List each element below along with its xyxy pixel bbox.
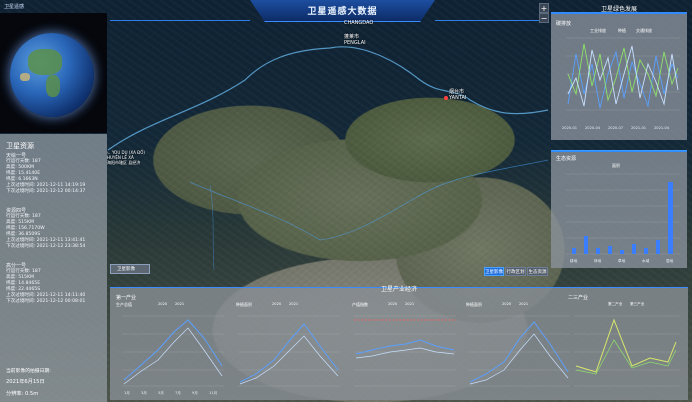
zoom-in-button[interactable]: + [539, 3, 549, 13]
mini-chart-sub: 种植面积 [466, 302, 482, 307]
mini-line-chart-3 [354, 315, 456, 387]
satellite-line: 下次过境时间: 2021-12-12 23:38:54 [6, 244, 86, 249]
mini-legend: 2021 [519, 302, 529, 306]
axis-tick: 11月 [209, 391, 218, 395]
map-label-yantai-en: YANTAI [449, 95, 467, 101]
series-line [123, 319, 223, 381]
axis-tick: 耕地 [570, 259, 578, 263]
map-label-changdao: CHANGDAO [344, 20, 374, 26]
mini-chart-sub: 产值指数 [352, 302, 368, 307]
axis-tick: 5月 [158, 391, 164, 395]
axis-tick: 1月 [124, 391, 130, 395]
imagery-resolution: 分辨率: 0.5m [6, 391, 39, 397]
axis-tick: 湿地 [666, 259, 674, 263]
axis-tick: 9月 [192, 391, 198, 395]
imagery-date-label: 当前影像的拍摄日期: [6, 369, 51, 374]
bar [668, 182, 673, 254]
globe-icon[interactable] [10, 33, 94, 117]
mini-legend: 2021 [405, 302, 415, 306]
bar [620, 250, 624, 254]
axis-tick: 7月 [175, 391, 181, 395]
right-top-title: 卫星绿色发展 [600, 6, 637, 13]
axis-tick: 2021-01 [631, 126, 647, 130]
mini-legend: 第二产业 [608, 302, 623, 306]
carbon-subtitle: 碳排放 [556, 21, 572, 27]
panel-glow [551, 150, 687, 151]
series-line [469, 333, 569, 385]
banner-line-left [110, 20, 250, 21]
series-line [123, 327, 223, 385]
series-traffic-line [567, 45, 679, 107]
axis-tick: 3月 [141, 391, 147, 395]
mini-legend: 2020 [158, 302, 168, 306]
left-panel-title: 卫星资源 [6, 142, 34, 150]
top-left-link[interactable]: 卫星遥感 [4, 3, 24, 10]
axis-tick: 林地 [594, 259, 602, 263]
mini-line-chart-5 [574, 315, 680, 387]
mini-legend: 2021 [175, 302, 185, 306]
zoom-out-button[interactable]: − [539, 13, 549, 23]
mini-legend: 2020 [388, 302, 398, 306]
satellite-line: 下次过境时间: 2021-12-12 00:08:01 [6, 299, 86, 304]
globe-panel[interactable] [0, 13, 107, 133]
bar [584, 236, 588, 254]
mini-legend: 第三产业 [630, 302, 645, 306]
tab-eco[interactable]: 生态资源 [527, 267, 548, 276]
bar [572, 248, 576, 254]
mini-legend: 2020 [272, 302, 282, 306]
axis-tick: 2020-07 [608, 126, 624, 130]
satellite-line: 下次过境时间: 2021-12-12 00:14:37 [6, 189, 86, 194]
mini-chart-title: 第一产业 [116, 295, 137, 301]
mini-line-chart-4 [468, 315, 570, 387]
eco-bar-chart [566, 173, 680, 255]
bar [632, 244, 636, 254]
axis-tick: 2020-04 [585, 126, 601, 130]
mini-legend: 2021 [289, 302, 299, 306]
bar [656, 240, 660, 254]
axis-tick: 水域 [642, 259, 650, 263]
axis-tick: 草地 [618, 259, 626, 263]
tab-admin[interactable]: 行政区划 [505, 267, 526, 276]
bar [596, 248, 600, 254]
mini-chart-title: 二三产业 [568, 295, 589, 301]
page-title: 卫星遥感大数据 [307, 7, 378, 17]
imagery-date: 2021年6月15日 [6, 379, 45, 385]
carbon-line-chart [566, 37, 680, 111]
series-line [355, 347, 455, 359]
series-line [575, 339, 677, 375]
tab-satellite[interactable]: 卫星影像 [484, 267, 504, 276]
eco-subtitle: 生态资源 [556, 156, 577, 162]
series-line [239, 335, 339, 385]
banner-line-right [435, 20, 545, 21]
mini-line-chart-2 [238, 315, 340, 387]
map-label-county-3: 海阳市辖区 县经济 [107, 160, 141, 165]
mini-line-chart-1 [122, 315, 224, 387]
city-marker-icon[interactable] [444, 96, 448, 100]
axis-tick: 2020-01 [562, 126, 578, 130]
bar [608, 246, 612, 254]
bottom-panel-title: 卫星产业经济 [380, 286, 417, 293]
legend-item: 面积 [612, 163, 620, 168]
layer-select[interactable]: 卫星影像 [110, 264, 150, 274]
map-label-penglai-en: PENGLAI [344, 40, 366, 46]
axis-tick: 2021-04 [654, 126, 670, 130]
mini-chart-sub: 生产总值 [116, 302, 132, 307]
mini-chart-sub: 种植面积 [236, 302, 252, 307]
series-line [239, 323, 339, 383]
mini-legend: 2020 [502, 302, 512, 306]
bar [644, 248, 648, 254]
